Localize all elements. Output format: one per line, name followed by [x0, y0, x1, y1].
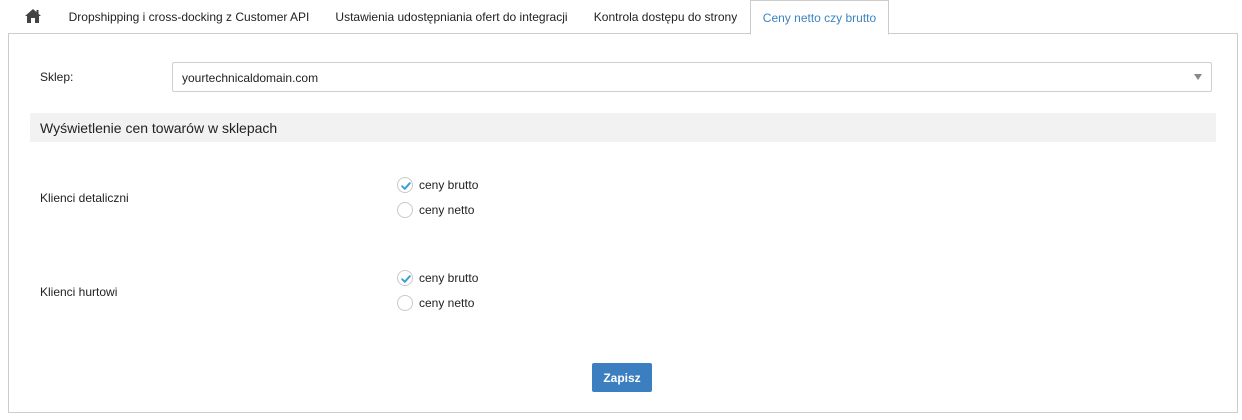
tab-net-or-gross-prices[interactable]: Ceny netto czy brutto	[750, 0, 889, 35]
tab-bar: Dropshipping i cross-docking z Customer …	[0, 0, 1242, 35]
settings-panel	[8, 33, 1238, 413]
home-icon	[25, 9, 41, 23]
tab-offer-sharing-settings[interactable]: Ustawienia udostępniania ofert do integr…	[322, 0, 581, 34]
tab-access-control[interactable]: Kontrola dostępu do strony	[581, 0, 750, 34]
tab-dropshipping[interactable]: Dropshipping i cross-docking z Customer …	[56, 0, 322, 34]
page: Dropshipping i cross-docking z Customer …	[0, 0, 1242, 420]
tab-home[interactable]	[16, 0, 52, 34]
